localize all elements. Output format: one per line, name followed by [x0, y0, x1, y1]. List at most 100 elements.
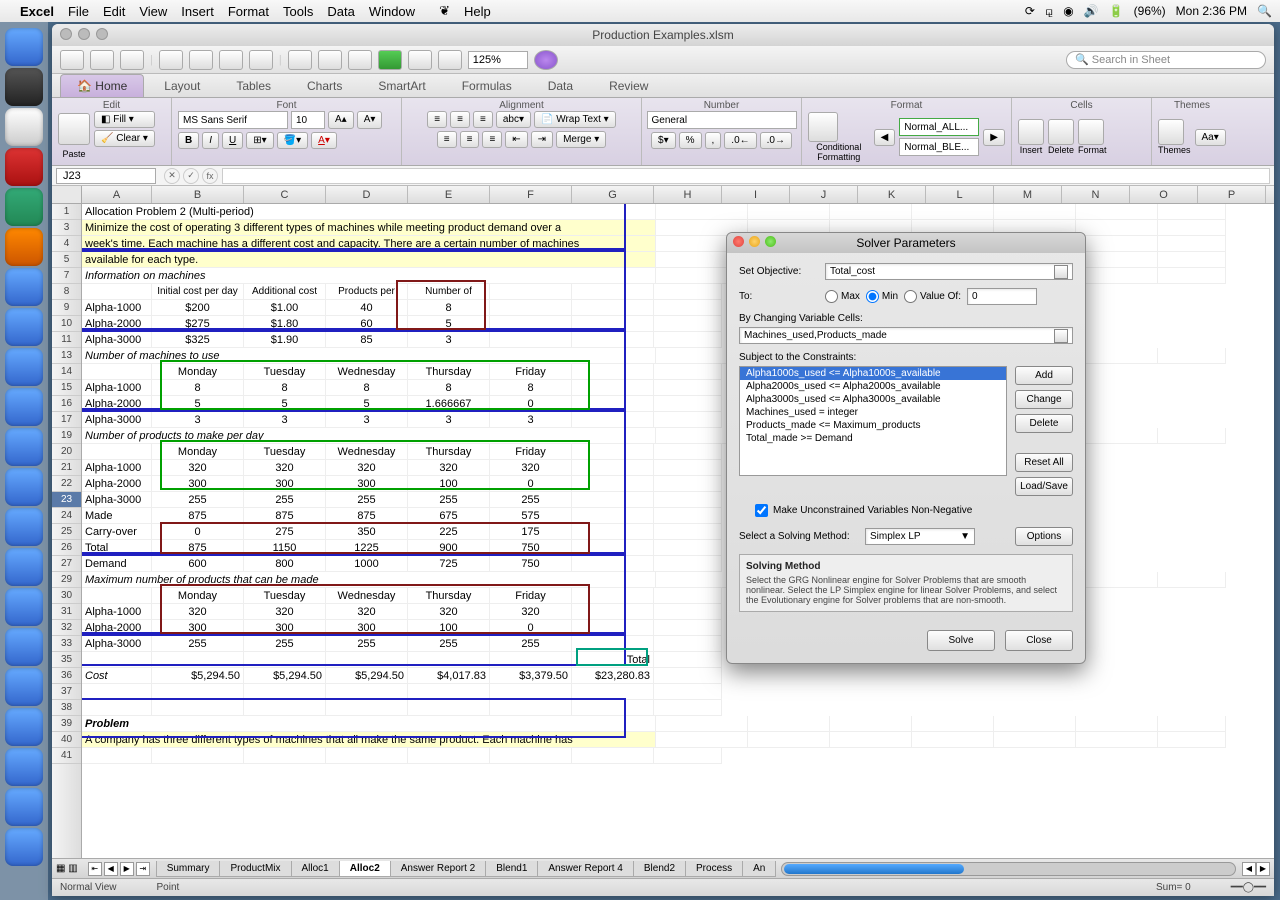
row-36[interactable]: 36	[52, 668, 81, 684]
menu-edit[interactable]: Edit	[103, 4, 125, 19]
col-J[interactable]: J	[790, 186, 858, 203]
align-left[interactable]: ≡	[437, 131, 457, 148]
col-C[interactable]: C	[244, 186, 326, 203]
dock-app-19[interactable]	[5, 748, 43, 786]
select-all-corner[interactable]	[52, 186, 82, 204]
style-nav-right[interactable]: ▶	[983, 129, 1005, 146]
row-headers[interactable]: 1345789101113141516171920212223242526272…	[52, 204, 82, 858]
ref-icon[interactable]	[1054, 265, 1068, 279]
dock-app-18[interactable]	[5, 708, 43, 746]
paste-button[interactable]	[219, 50, 243, 70]
bluetooth-icon[interactable]: ⚼	[1045, 4, 1053, 19]
radio-min[interactable]: Min	[866, 290, 898, 303]
clock[interactable]: Mon 2:36 PM	[1176, 4, 1247, 18]
tab-layout[interactable]: Layout	[148, 75, 216, 97]
col-M[interactable]: M	[994, 186, 1062, 203]
row-39[interactable]: 39	[52, 716, 81, 732]
row-31[interactable]: 31	[52, 604, 81, 620]
row-15[interactable]: 15	[52, 380, 81, 396]
row-32[interactable]: 32	[52, 620, 81, 636]
indent-dec[interactable]: ⇤	[505, 131, 527, 148]
close-button[interactable]: Close	[1005, 630, 1073, 651]
align-top[interactable]: ≡	[427, 111, 447, 128]
align-center[interactable]: ≡	[460, 131, 480, 148]
menu-file[interactable]: File	[68, 4, 89, 19]
filter-button[interactable]	[348, 50, 372, 70]
dock-app-16[interactable]	[5, 628, 43, 666]
paste-large[interactable]	[58, 113, 90, 145]
format-cells[interactable]	[1078, 119, 1104, 145]
align-mid[interactable]: ≡	[450, 111, 470, 128]
row-24[interactable]: 24	[52, 508, 81, 524]
load-save-button[interactable]: Load/Save	[1015, 477, 1073, 496]
enter-formula-icon[interactable]: ✓	[183, 168, 199, 184]
constraint-item[interactable]: Machines_used = integer	[740, 406, 1006, 419]
zoom-select[interactable]: 125%	[468, 51, 528, 69]
size-select[interactable]: 10	[291, 111, 325, 129]
row-35[interactable]: 35	[52, 652, 81, 668]
options-button[interactable]: Options	[1015, 527, 1073, 546]
fill-button[interactable]: ◧ Fill ▾	[94, 111, 155, 128]
objective-input[interactable]: Total_cost	[825, 263, 1073, 280]
window-minimize[interactable]	[78, 28, 90, 40]
col-L[interactable]: L	[926, 186, 994, 203]
wifi-icon[interactable]: ◉	[1063, 4, 1073, 18]
dock-app-8[interactable]	[5, 308, 43, 346]
reset-all-button[interactable]: Reset All	[1015, 453, 1073, 472]
radio-valueof[interactable]: Value Of:	[904, 290, 961, 303]
menu-tools[interactable]: Tools	[283, 4, 313, 19]
row-13[interactable]: 13	[52, 348, 81, 364]
sort-button[interactable]	[318, 50, 342, 70]
scroll-right[interactable]: ▶	[1256, 862, 1270, 876]
tab-formulas[interactable]: Formulas	[446, 75, 528, 97]
spotlight-icon[interactable]: 🔍	[1257, 4, 1272, 18]
comma[interactable]: ,	[705, 132, 722, 149]
dock-app-11[interactable]	[5, 428, 43, 466]
sheet-tab-Blend1[interactable]: Blend1	[485, 861, 538, 877]
autosum-button[interactable]	[288, 50, 312, 70]
window-zoom[interactable]	[96, 28, 108, 40]
window-close[interactable]	[60, 28, 72, 40]
window-titlebar[interactable]: Production Examples.xlsm	[52, 24, 1274, 46]
cells-grid[interactable]: Allocation Problem 2 (Multi-period)Minim…	[82, 204, 1274, 858]
menu-insert[interactable]: Insert	[181, 4, 214, 19]
dock-app-9[interactable]	[5, 348, 43, 386]
sheet-tab-Answer Report 4[interactable]: Answer Report 4	[537, 861, 633, 877]
constraint-item[interactable]: Alpha3000s_used <= Alpha3000s_available	[740, 393, 1006, 406]
dock-app-10[interactable]	[5, 388, 43, 426]
sheet-tab-An[interactable]: An	[742, 861, 776, 877]
sheet-tab-Alloc1[interactable]: Alloc1	[291, 861, 340, 877]
solver-dialog[interactable]: Solver Parameters Set Objective: Total_c…	[726, 232, 1086, 664]
fx-icon[interactable]: fx	[202, 168, 218, 184]
row-11[interactable]: 11	[52, 332, 81, 348]
dock-app-5[interactable]	[5, 188, 43, 226]
menu-view[interactable]: View	[139, 4, 167, 19]
col-O[interactable]: O	[1130, 186, 1198, 203]
ref-icon-2[interactable]	[1054, 329, 1068, 343]
row-37[interactable]: 37	[52, 684, 81, 700]
dock-app-17[interactable]	[5, 668, 43, 706]
dock-app-4[interactable]	[5, 148, 43, 186]
dock-trash[interactable]	[5, 828, 43, 866]
row-9[interactable]: 9	[52, 300, 81, 316]
tab-nav-next[interactable]: ▶	[120, 862, 134, 876]
underline-button[interactable]: U	[222, 132, 243, 149]
name-box[interactable]: J23	[56, 168, 156, 184]
dock-finder[interactable]	[5, 28, 43, 66]
row-25[interactable]: 25	[52, 524, 81, 540]
solver-zoom-btn[interactable]	[765, 236, 776, 247]
row-17[interactable]: 17	[52, 412, 81, 428]
view-icons[interactable]: ▦ ▥	[56, 863, 78, 874]
tab-nav-prev[interactable]: ◀	[104, 862, 118, 876]
col-F[interactable]: F	[490, 186, 572, 203]
insert-cells[interactable]	[1018, 119, 1044, 145]
tab-charts[interactable]: Charts	[291, 75, 358, 97]
align-right[interactable]: ≡	[482, 131, 502, 148]
column-headers[interactable]: ABCDEFGHIJKLMNOP	[82, 186, 1274, 204]
row-7[interactable]: 7	[52, 268, 81, 284]
bold-button[interactable]: B	[178, 132, 199, 149]
row-41[interactable]: 41	[52, 748, 81, 764]
orientation[interactable]: abc▾	[496, 111, 531, 128]
col-B[interactable]: B	[152, 186, 244, 203]
chart-button[interactable]	[408, 50, 432, 70]
